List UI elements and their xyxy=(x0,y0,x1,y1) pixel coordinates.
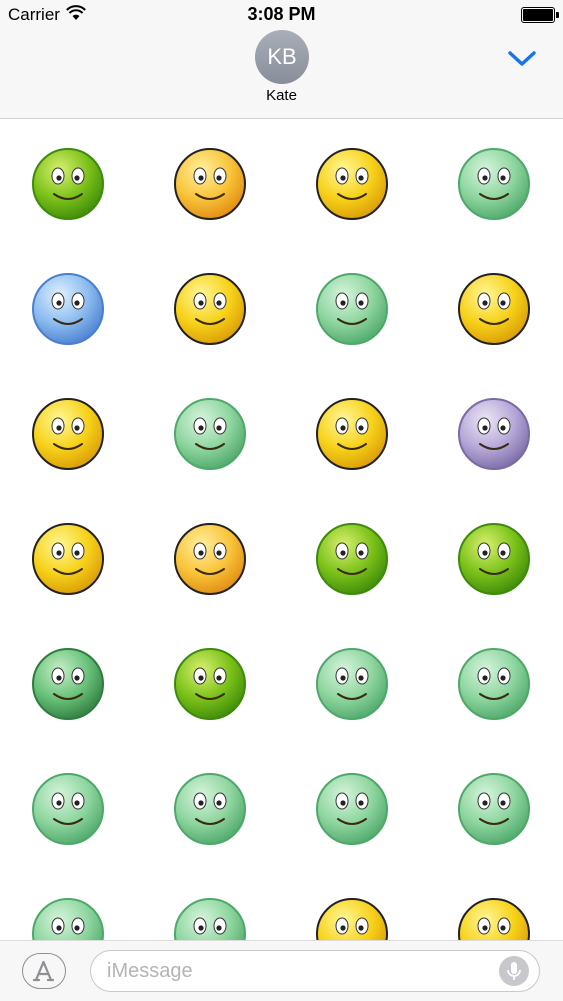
battery-icon xyxy=(521,7,559,23)
dizzy-spiral-sticker[interactable] xyxy=(168,890,252,940)
clown-sticker[interactable] xyxy=(452,765,536,849)
emoji-face-icon xyxy=(32,523,104,595)
watermelon-sticker[interactable] xyxy=(26,640,110,724)
hands-up-yellow-sticker[interactable] xyxy=(168,265,252,349)
emoji-face-icon xyxy=(174,148,246,220)
confused-question-sticker[interactable] xyxy=(310,515,394,599)
microphone-icon xyxy=(507,962,521,980)
pirate-green-sticker[interactable] xyxy=(452,140,536,224)
microphone-button[interactable] xyxy=(499,956,529,986)
laughing-green-sticker[interactable] xyxy=(452,515,536,599)
emoji-face-icon xyxy=(32,148,104,220)
emoji-face-icon xyxy=(316,398,388,470)
emoji-face-icon xyxy=(32,898,104,940)
bowtie-smile-sticker[interactable] xyxy=(26,515,110,599)
cap-grin-sticker[interactable] xyxy=(168,515,252,599)
angel-halo-sticker[interactable] xyxy=(452,640,536,724)
surprised-yellow-sticker[interactable] xyxy=(452,890,536,940)
winking-green-tongue-sticker[interactable] xyxy=(26,140,110,224)
emoji-face-icon xyxy=(458,148,530,220)
nerd-glasses-sticker[interactable] xyxy=(168,140,252,224)
emoji-face-icon xyxy=(458,898,530,940)
contact-name[interactable]: Kate xyxy=(0,87,563,104)
emoji-face-icon xyxy=(174,648,246,720)
emoji-face-icon xyxy=(32,773,104,845)
message-input-bar xyxy=(0,940,563,1001)
emoji-face-icon xyxy=(316,523,388,595)
status-bar: Carrier 3:08 PM xyxy=(0,0,563,30)
batman-mask-sticker[interactable] xyxy=(168,390,252,474)
emoji-face-icon xyxy=(458,523,530,595)
emoji-face-icon xyxy=(316,648,388,720)
emoji-face-icon xyxy=(174,523,246,595)
emoji-face-icon xyxy=(458,648,530,720)
emoji-face-icon xyxy=(174,773,246,845)
emoji-face-icon xyxy=(174,398,246,470)
imessage-field[interactable] xyxy=(90,950,540,992)
worried-yellow-sticker[interactable] xyxy=(26,390,110,474)
party-horn-sticker[interactable] xyxy=(310,765,394,849)
purple-sick-sticker[interactable] xyxy=(452,390,536,474)
emoji-face-icon xyxy=(458,273,530,345)
emoji-face-icon xyxy=(32,648,104,720)
sticker-grid xyxy=(0,118,563,940)
emoji-face-icon xyxy=(32,398,104,470)
smug-yellow-sticker[interactable] xyxy=(310,140,394,224)
wizard-glasses-sticker[interactable] xyxy=(168,765,252,849)
shocked-yellow-sticker[interactable] xyxy=(310,890,394,940)
emoji-face-icon xyxy=(174,273,246,345)
message-input[interactable] xyxy=(105,951,489,992)
hypnotized-swirl-sticker[interactable] xyxy=(26,890,110,940)
emoji-face-icon xyxy=(458,773,530,845)
app-store-icon xyxy=(32,960,55,982)
contact-avatar[interactable]: KB xyxy=(255,30,309,84)
yellow-tongue-sticker[interactable] xyxy=(310,390,394,474)
status-time: 3:08 PM xyxy=(247,4,316,24)
blue-tongue-sticker[interactable] xyxy=(26,265,110,349)
emoji-face-icon xyxy=(32,273,104,345)
lime-tongue-sticker[interactable] xyxy=(168,640,252,724)
thinking-question-sticker[interactable] xyxy=(26,765,110,849)
emoji-face-icon xyxy=(316,148,388,220)
emoji-face-icon xyxy=(316,773,388,845)
emoji-face-icon xyxy=(316,898,388,940)
collapse-chevron-icon[interactable] xyxy=(505,46,539,70)
emoji-face-icon xyxy=(458,398,530,470)
emoji-face-icon xyxy=(316,273,388,345)
conversation-header: KB Kate xyxy=(0,30,563,119)
green-tongue-sticker[interactable] xyxy=(310,265,394,349)
app-store-button[interactable] xyxy=(22,953,66,989)
yellow-girl-tongue-sticker[interactable] xyxy=(452,265,536,349)
emoji-face-icon xyxy=(174,898,246,940)
sleeping-zzz-sticker[interactable] xyxy=(310,640,394,724)
